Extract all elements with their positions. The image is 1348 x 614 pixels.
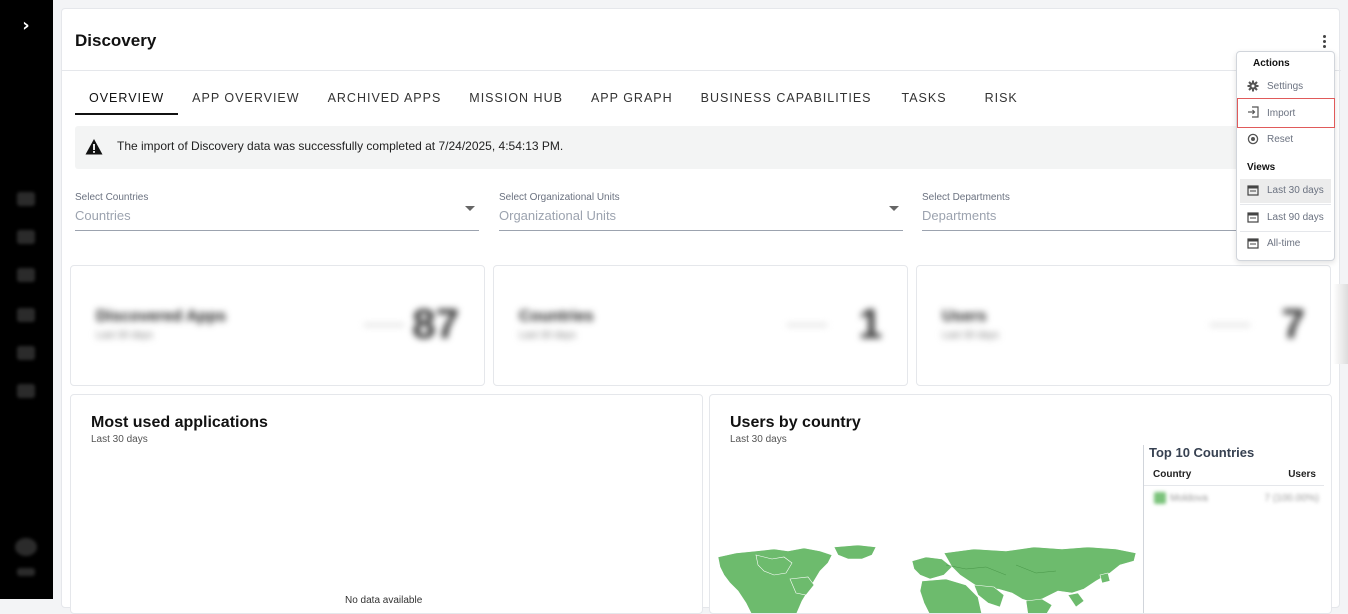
world-map[interactable] — [716, 545, 1140, 614]
tab-bar: OVERVIEW APP OVERVIEW ARCHIVED APPS MISS… — [75, 87, 1032, 115]
calendar-icon — [1247, 238, 1259, 249]
col-header-country: Country — [1153, 469, 1192, 480]
nav-icon-reports[interactable] — [17, 346, 35, 360]
stat-card-countries[interactable]: Countries Last 30 days 1 — [493, 265, 908, 386]
stat-name: Discovered Apps — [96, 308, 227, 325]
stat-sparkline — [364, 324, 404, 326]
tab-business-capabilities[interactable]: BUSINESS CAPABILITIES — [687, 87, 886, 115]
card-subtitle: Last 30 days — [730, 434, 787, 445]
import-icon — [1248, 106, 1259, 118]
stat-sub: Last 30 days — [942, 330, 999, 341]
card-title: Users by country — [730, 414, 861, 431]
org-units-select-placeholder: Organizational Units — [499, 208, 617, 223]
nav-icon-users[interactable] — [17, 308, 35, 322]
views-section-header: Views — [1247, 162, 1276, 173]
no-data-text: No data available — [345, 595, 423, 606]
menu-item-label: Last 90 days — [1267, 212, 1324, 223]
actions-section-header: Actions — [1253, 58, 1290, 69]
tab-app-graph[interactable]: APP GRAPH — [577, 87, 687, 115]
menu-item-label: All-time — [1267, 238, 1301, 249]
stat-value: 1 — [858, 300, 882, 347]
menu-item-label: Reset — [1267, 134, 1294, 145]
countries-select-label: Select Countries — [75, 192, 149, 203]
calendar-icon — [1247, 185, 1259, 196]
col-header-users: Users — [1288, 469, 1316, 480]
chevron-right-icon[interactable]: › — [15, 15, 37, 37]
most-used-apps-card: Most used applications Last 30 days No d… — [70, 394, 703, 614]
stat-name: Users — [942, 308, 987, 325]
tab-risk[interactable]: RISK — [971, 87, 1032, 115]
tab-mission-hub[interactable]: MISSION HUB — [455, 87, 577, 115]
reset-icon — [1247, 133, 1259, 145]
dropdown-caret-icon — [889, 206, 899, 211]
warning-icon — [85, 139, 103, 155]
stat-value: 87 — [412, 300, 459, 347]
nav-icon-apps[interactable] — [17, 268, 35, 282]
org-units-select-label: Select Organizational Units — [499, 192, 620, 203]
country-swatch — [1154, 492, 1166, 504]
import-success-alert: The import of Discovery data was success… — [75, 126, 1329, 169]
stat-sub: Last 30 days — [519, 330, 576, 341]
menu-item-settings[interactable]: Settings — [1240, 75, 1331, 99]
menu-item-last-90-days[interactable]: Last 90 days — [1240, 206, 1331, 230]
tab-overview[interactable]: OVERVIEW — [75, 87, 179, 115]
card-subtitle: Last 30 days — [91, 434, 148, 445]
menu-item-last-30-days[interactable]: Last 30 days — [1240, 179, 1331, 203]
nav-icon-settings[interactable] — [17, 384, 35, 398]
discovery-panel: Discovery OVERVIEW APP OVERVIEW ARCHIVED… — [61, 8, 1341, 614]
countries-select-placeholder: Countries — [75, 208, 131, 223]
user-avatar-icon[interactable] — [15, 538, 37, 556]
tab-archived-apps[interactable]: ARCHIVED APPS — [314, 87, 456, 115]
departments-select-label: Select Departments — [922, 192, 1010, 203]
country-name: Moldova — [1170, 493, 1208, 504]
calendar-icon — [1247, 212, 1259, 223]
stat-card-discovered-apps[interactable]: Discovered Apps Last 30 days 87 — [70, 265, 485, 386]
tab-tasks[interactable]: TASKS — [886, 87, 971, 115]
stat-value: 7 — [1281, 300, 1305, 347]
countries-select[interactable]: Select Countries Countries — [75, 192, 479, 231]
menu-item-label: Settings — [1267, 81, 1304, 92]
table-row[interactable]: Moldova 7 (100.00%) — [1144, 486, 1324, 510]
nav-icon-dashboard[interactable] — [17, 192, 35, 206]
stat-sparkline — [1210, 324, 1250, 326]
stat-name: Countries — [519, 308, 594, 325]
actions-menu: Actions Settings Import Reset Views Last… — [1236, 51, 1335, 261]
org-units-select[interactable]: Select Organizational Units Organization… — [499, 192, 903, 231]
menu-item-reset[interactable]: Reset — [1240, 128, 1331, 152]
stat-card-users[interactable]: Users Last 30 days 7 — [916, 265, 1331, 386]
menu-item-import[interactable]: Import — [1237, 98, 1335, 128]
alert-message: The import of Discovery data was success… — [117, 139, 564, 153]
top10-countries-table: Top 10 Countries Country Users Moldova 7… — [1143, 445, 1325, 613]
tab-app-overview[interactable]: APP OVERVIEW — [178, 87, 313, 115]
stat-sub: Last 30 days — [96, 330, 153, 341]
departments-select-placeholder: Departments — [922, 208, 997, 223]
menu-divider — [1240, 204, 1331, 205]
header-divider — [62, 70, 1341, 71]
menu-item-all-time[interactable]: All-time — [1240, 232, 1331, 256]
page-title: Discovery — [75, 31, 157, 50]
card-title: Most used applications — [91, 414, 268, 431]
more-actions-icon[interactable] — [1316, 31, 1332, 51]
menu-item-label: Import — [1267, 108, 1296, 119]
country-users: 7 (100.00%) — [1264, 493, 1319, 504]
gear-icon — [1247, 80, 1259, 92]
logout-icon[interactable] — [17, 568, 35, 576]
nav-icon-discovery[interactable] — [17, 230, 35, 244]
menu-item-label: Last 30 days — [1267, 185, 1324, 196]
stat-sparkline — [787, 324, 827, 326]
table-header: Country Users — [1144, 466, 1324, 486]
top10-title: Top 10 Countries — [1149, 445, 1255, 460]
users-by-country-card: Users by country Last 30 days Top 10 Cou… — [709, 394, 1332, 614]
page-scroll-edge — [1333, 284, 1348, 364]
left-nav-rail: › — [0, 0, 53, 599]
dropdown-caret-icon — [465, 206, 475, 211]
